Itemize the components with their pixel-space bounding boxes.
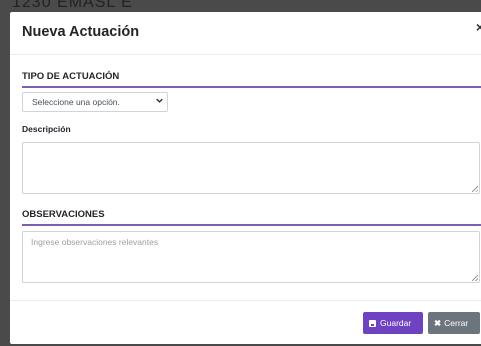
modal-header: Nueva Actuación ×	[10, 12, 481, 55]
observaciones-textarea[interactable]: Ingrese observaciones relevantes	[22, 231, 480, 283]
cancel-button[interactable]: ✖ Cerrar	[428, 312, 480, 334]
descripcion-label: Descripción	[22, 124, 71, 134]
tipo-actuacion-select[interactable]: Seleccione una opción.	[22, 92, 168, 112]
tipo-actuacion-divider	[22, 86, 481, 88]
observaciones-section-title: OBSERVACIONES	[22, 209, 105, 220]
cancel-button-label: Cerrar	[444, 318, 469, 328]
chevron-down-icon	[156, 97, 163, 106]
save-button-label: Guardar	[380, 318, 412, 328]
modal-title: Nueva Actuación	[22, 24, 140, 40]
descripcion-textarea[interactable]	[22, 142, 480, 194]
observaciones-placeholder: Ingrese observaciones relevantes	[31, 237, 159, 247]
close-icon[interactable]: ×	[476, 20, 481, 34]
resize-grip-icon[interactable]	[472, 275, 478, 281]
save-button[interactable]: Guardar	[363, 312, 423, 334]
resize-grip-icon[interactable]	[472, 186, 478, 192]
close-icon: ✖	[434, 318, 442, 328]
modal-footer-divider	[10, 300, 481, 301]
nueva-actuacion-modal: Nueva Actuación × TIPO DE ACTUACIÓN Sele…	[10, 12, 481, 344]
tipo-actuacion-select-value: Seleccione una opción.	[32, 97, 120, 107]
save-icon	[369, 320, 376, 327]
tipo-actuacion-section-title: TIPO DE ACTUACIÓN	[22, 71, 120, 82]
observaciones-divider	[22, 224, 481, 226]
backdrop-partial-text: 1230 EMASL E	[12, 0, 133, 11]
